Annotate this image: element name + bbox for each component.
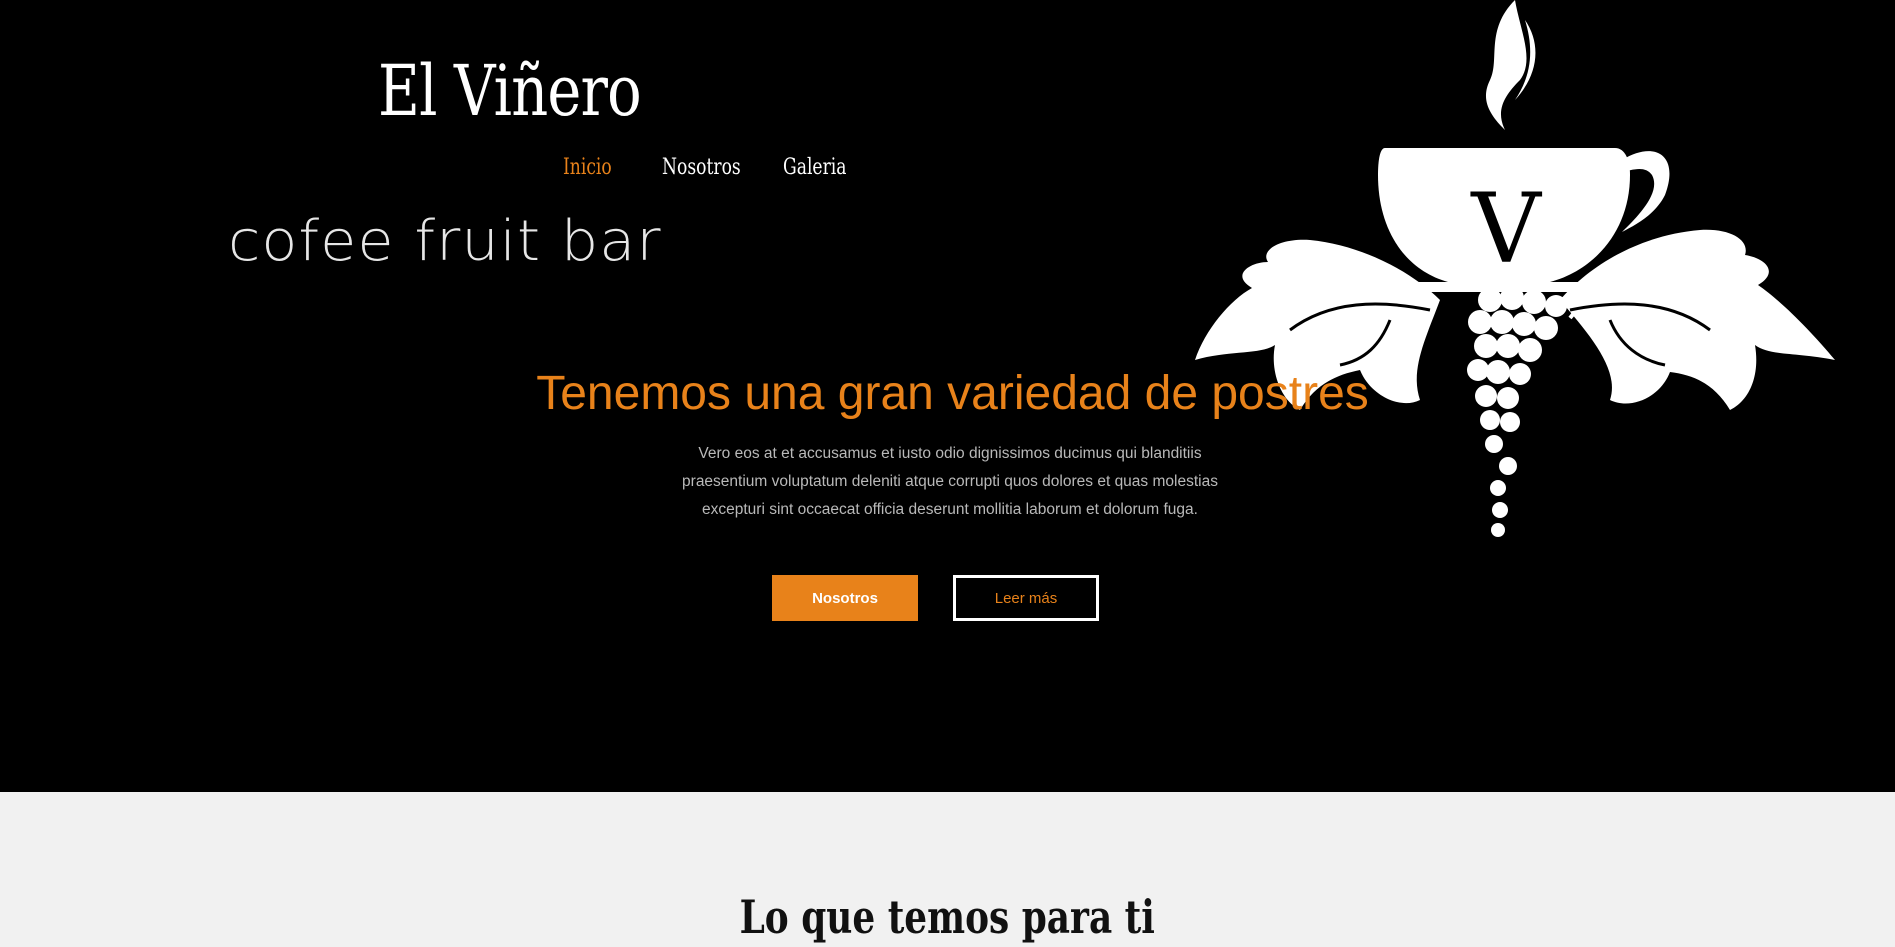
logo-letter: V	[1470, 173, 1542, 285]
section-title-text: Lo que temos para ti	[739, 890, 1156, 944]
hero-section: El Viñero Inicio Nosotros Galeria cofee …	[0, 0, 1895, 792]
coffee-cup-grape-leaves-logo-icon: V	[1195, 0, 1835, 537]
hero-description: Vero eos at et accusamus et iusto odio d…	[682, 445, 1218, 518]
nav-item-nosotros[interactable]: Nosotros	[662, 155, 741, 180]
nav-item-galeria[interactable]: Galeria	[783, 155, 847, 180]
services-section: Lo que temos para ti	[0, 792, 1895, 947]
hero-headline: Tenemos una gran variedad de postres	[536, 367, 1369, 420]
brand-subtitle: cofee fruit bar	[228, 209, 662, 274]
nosotros-button[interactable]: Nosotros	[772, 575, 918, 621]
nav-item-inicio[interactable]: Inicio	[563, 155, 612, 180]
section-title: Lo que temos para ti	[0, 894, 1895, 940]
leer-mas-button[interactable]: Leer más	[953, 575, 1099, 621]
brand-title: El Viñero	[378, 50, 642, 132]
